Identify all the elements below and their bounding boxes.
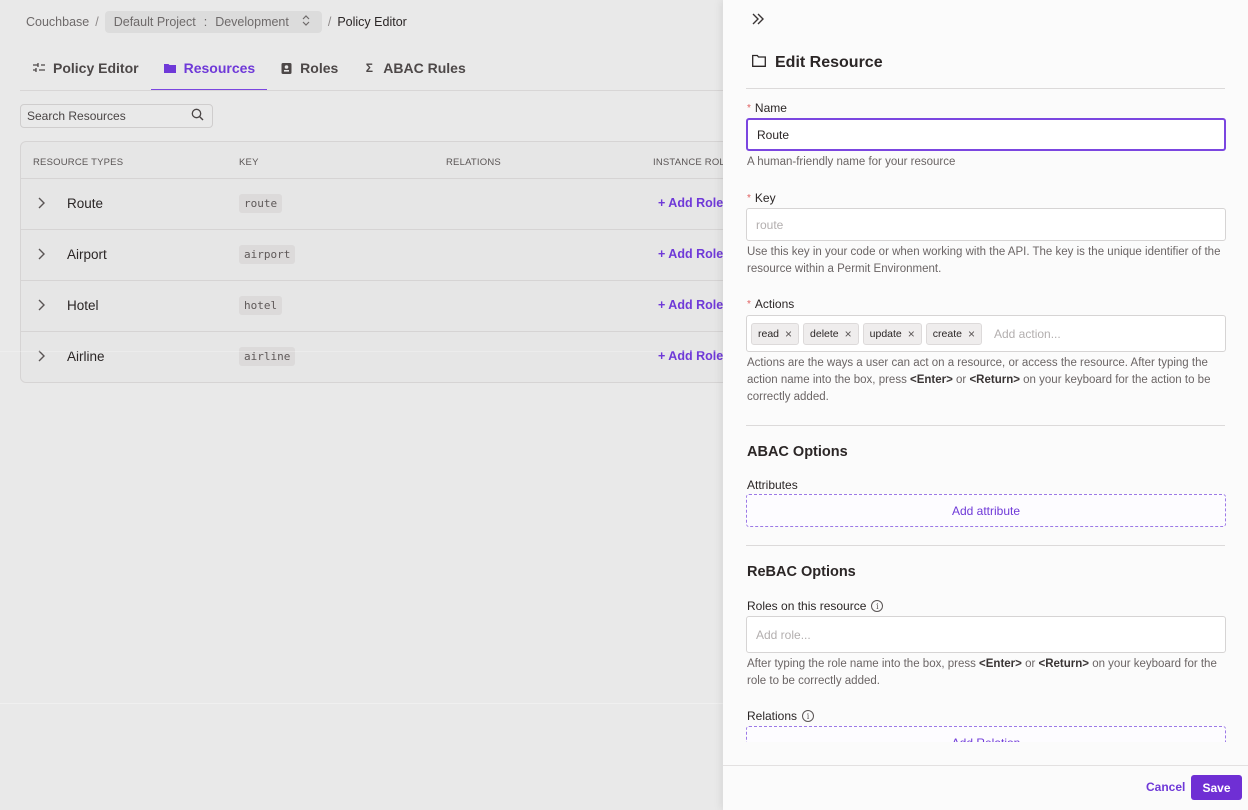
tab-label: Roles — [300, 60, 339, 76]
save-button[interactable]: Save — [1191, 775, 1242, 800]
action-chip: create × — [925, 322, 982, 345]
relations-label: Relations i — [747, 709, 815, 723]
chevron-up-down-icon — [299, 15, 313, 29]
actions-label: * Actions — [747, 297, 795, 311]
actions-field[interactable]: read × delete × update × create × Add action… — [746, 315, 1226, 352]
add-action-input[interactable]: Add action... — [994, 327, 1061, 341]
add-roles-button[interactable]: + Add Roles — [658, 298, 730, 312]
tab-bar: Policy Editor Resources Roles Σ ABAC Rul… — [20, 45, 478, 91]
key-field[interactable]: route — [746, 208, 1226, 241]
footer-divider — [723, 765, 1248, 766]
table-row[interactable]: Airport airport + Add Roles — [21, 230, 759, 281]
resource-key: hotel — [239, 296, 283, 315]
folder-icon — [752, 54, 766, 72]
tab-label: Policy Editor — [53, 60, 139, 76]
tab-label: Resources — [183, 60, 256, 76]
name-field[interactable]: Route — [746, 118, 1226, 151]
remove-chip-icon[interactable]: × — [968, 327, 975, 341]
divider — [0, 703, 723, 704]
add-role-placeholder: Add role... — [756, 627, 811, 642]
badge-icon — [279, 62, 293, 74]
header-relations: RELATIONS — [446, 157, 501, 168]
sliders-icon — [32, 63, 46, 73]
table-row[interactable]: Route route + Add Roles — [21, 179, 759, 230]
breadcrumb-org[interactable]: Couchbase — [26, 15, 89, 29]
header-key: KEY — [239, 157, 259, 168]
drawer-title-text: Edit Resource — [775, 54, 883, 71]
table-row[interactable]: Airline airline + Add Roles — [21, 332, 759, 382]
resource-key: airport — [239, 245, 296, 264]
add-relation-button[interactable]: Add Relation — [746, 726, 1226, 742]
environment-name: Development — [215, 15, 289, 29]
section-divider — [746, 425, 1225, 426]
resources-table: RESOURCE TYPES KEY RELATIONS INSTANCE RO… — [20, 141, 760, 383]
search-placeholder: Search Resources — [27, 109, 126, 123]
info-icon[interactable]: i — [802, 710, 815, 722]
table-header: RESOURCE TYPES KEY RELATIONS INSTANCE RO… — [21, 142, 759, 179]
section-divider — [746, 545, 1225, 546]
tab-abac-rules[interactable]: Σ ABAC Rules — [350, 45, 477, 91]
folder-icon — [163, 63, 177, 73]
resource-name: Route — [67, 196, 104, 211]
remove-chip-icon[interactable]: × — [845, 327, 852, 341]
action-chip: update × — [862, 322, 922, 345]
name-label: * Name — [747, 101, 787, 115]
tab-roles[interactable]: Roles — [267, 45, 350, 91]
breadcrumb-current: Policy Editor — [337, 15, 407, 29]
divider — [0, 351, 723, 352]
roles-label: Roles on this resource i — [747, 599, 884, 613]
rebac-options-title: ReBAC Options — [747, 564, 856, 580]
collapse-drawer-icon[interactable] — [751, 12, 767, 30]
tab-resources[interactable]: Resources — [150, 45, 268, 91]
add-role-field[interactable]: Add role... — [746, 616, 1226, 653]
resource-key: airline — [239, 347, 296, 366]
header-resource-types: RESOURCE TYPES — [33, 157, 124, 168]
edit-resource-drawer: Edit Resource * Name Route A human-friend… — [723, 0, 1248, 810]
chevron-right-icon[interactable] — [37, 298, 49, 312]
breadcrumb-separator: / — [95, 15, 99, 29]
action-chip: read × — [751, 322, 800, 345]
chevron-right-icon[interactable] — [37, 196, 49, 210]
name-value: Route — [757, 127, 790, 142]
header-instance-roles: INSTANCE ROLE — [653, 157, 732, 168]
actions-help: Actions are the ways a user can act on a… — [747, 357, 1211, 403]
tab-label: ABAC Rules — [383, 60, 466, 76]
remove-chip-icon[interactable]: × — [785, 327, 792, 341]
cancel-button[interactable]: Cancel — [1146, 780, 1185, 794]
roles-help: After typing the role name into the box,… — [747, 658, 1217, 687]
attributes-label: Attributes — [747, 478, 798, 492]
key-help: Use this key in your code or when workin… — [747, 246, 1221, 275]
table-row[interactable]: Hotel hotel + Add Roles — [21, 281, 759, 332]
search-resources-input[interactable]: Search Resources — [20, 104, 213, 128]
action-chip: delete × — [803, 322, 859, 345]
sigma-icon: Σ — [365, 61, 373, 75]
breadcrumb: Couchbase / Default Project : Developmen… — [26, 11, 407, 33]
add-roles-button[interactable]: + Add Roles — [658, 247, 730, 261]
name-help: A human-friendly name for your resource — [747, 156, 956, 168]
resource-name: Hotel — [67, 298, 99, 313]
tabs-divider — [20, 90, 723, 91]
project-environment-selector[interactable]: Default Project : Development — [104, 11, 322, 33]
add-attribute-button[interactable]: Add attribute — [746, 494, 1226, 527]
info-icon[interactable]: i — [871, 600, 884, 612]
tab-policy-editor[interactable]: Policy Editor — [20, 45, 151, 91]
remove-chip-icon[interactable]: × — [908, 327, 915, 341]
breadcrumb-separator: / — [327, 15, 332, 29]
drawer-title: Edit Resource — [752, 54, 883, 72]
key-label: * Key — [747, 191, 776, 205]
abac-options-title: ABAC Options — [747, 444, 848, 460]
key-placeholder: route — [756, 217, 784, 232]
chevron-right-icon[interactable] — [37, 247, 49, 261]
search-icon — [191, 108, 204, 124]
add-roles-button[interactable]: + Add Roles — [658, 196, 730, 210]
drawer-scroll-area[interactable]: * Name Route A human-friendly name for yo… — [723, 89, 1248, 742]
project-name: Default Project — [113, 15, 196, 29]
resource-name: Airport — [67, 247, 107, 262]
resource-key: route — [239, 194, 283, 213]
